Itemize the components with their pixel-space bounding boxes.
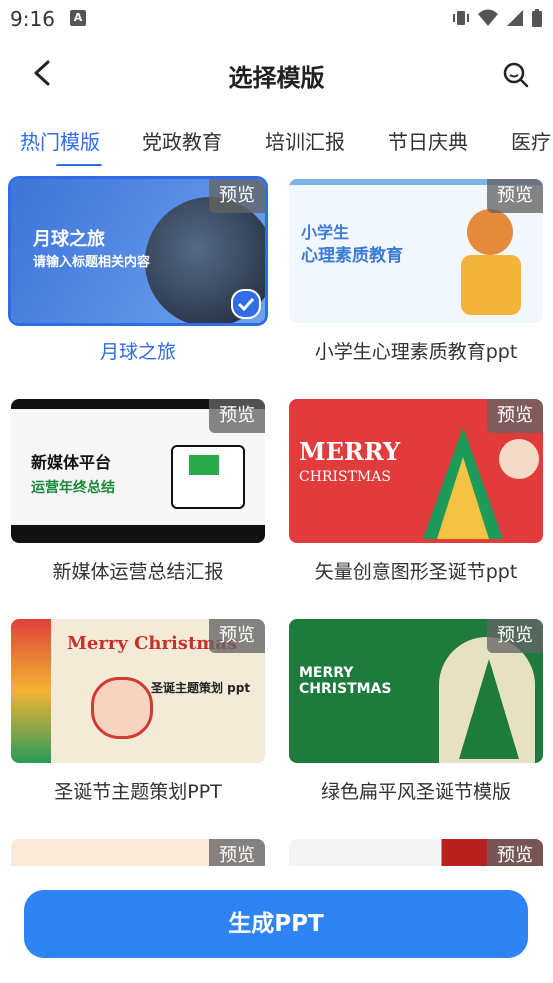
monitor-screen: [189, 455, 219, 475]
pattern-strip: [11, 619, 51, 763]
template-name: 小学生心理素质教育ppt: [314, 341, 518, 363]
page-title: 选择模版: [228, 64, 325, 92]
thumb-title: 新媒体平台: [31, 453, 112, 472]
tab-hot[interactable]: 热门模版: [20, 126, 100, 155]
thumb-title: 月球之旅: [33, 229, 105, 250]
preview-badge[interactable]: 预览: [487, 619, 543, 653]
wifi-icon: [478, 9, 498, 26]
student-body: [461, 255, 521, 315]
thumb-title: 小学生: [301, 223, 350, 242]
preview-badge[interactable]: 预览: [209, 399, 265, 433]
preview-badge[interactable]: 预览: [209, 179, 265, 213]
template-thumbnail[interactable]: MERRY CHRISTMAS 预览: [289, 619, 543, 763]
thumb-subtitle: 圣诞主题策划 ppt: [151, 681, 251, 695]
signal-icon: [507, 10, 523, 26]
template-name: 月球之旅: [99, 341, 176, 363]
preview-badge[interactable]: 预览: [487, 179, 543, 213]
tab-training-report[interactable]: 培训汇报: [265, 126, 345, 155]
generate-ppt-button[interactable]: 生成PPT: [24, 890, 528, 958]
tab-party-education[interactable]: 党政教育: [142, 126, 222, 155]
vibrate-icon: [453, 11, 469, 25]
battery-icon: [532, 9, 542, 27]
status-bar: 9:16 A: [0, 0, 553, 36]
notification-icon: A: [70, 10, 86, 26]
thumb-subtitle: CHRISTMAS: [299, 469, 391, 485]
santa-illustration: [91, 677, 153, 739]
template-name: 绿色扁平风圣诞节模版: [320, 781, 511, 803]
template-thumbnail[interactable]: 小学生 心理素质教育 预览: [289, 179, 543, 323]
template-thumbnail[interactable]: 月球之旅 请输入标题相关内容 预览: [11, 179, 265, 323]
ornament-illustration: [499, 439, 539, 479]
thumb-subtitle: CHRISTMAS: [299, 681, 392, 697]
template-card[interactable]: MERRY CHRISTMAS 预览 矢量创意图形圣诞节ppt: [289, 399, 543, 584]
template-thumbnail[interactable]: 新媒体平台 运营年终总结 预览: [11, 399, 265, 543]
tab-medical[interactable]: 医疗: [511, 126, 551, 155]
template-card[interactable]: Merry Christmas 圣诞主题策划 ppt 预览 圣诞节主题策划PPT: [11, 619, 265, 804]
tab-festival[interactable]: 节日庆典: [388, 126, 468, 155]
template-name: 圣诞节主题策划PPT: [54, 781, 222, 803]
category-tabs: 热门模版 党政教育 培训汇报 节日庆典 医疗: [0, 116, 553, 166]
tab-indicator: [56, 164, 102, 166]
template-card[interactable]: 小学生 心理素质教育 预览 小学生心理素质教育ppt: [289, 179, 543, 364]
template-thumbnail[interactable]: Merry Christmas 圣诞主题策划 ppt 预览: [11, 619, 265, 763]
student-illustration: [467, 209, 513, 255]
template-name: 新媒体运营总结汇报: [52, 561, 224, 583]
status-time: 9:16: [10, 7, 55, 31]
template-card[interactable]: 月球之旅 请输入标题相关内容 预览 月球之旅: [11, 179, 265, 364]
tree-illustration: [423, 427, 503, 539]
preview-badge[interactable]: 预览: [209, 619, 265, 653]
selected-check-icon: [231, 289, 261, 319]
thumb-bottombar: [11, 525, 265, 543]
tree-illustration: [459, 659, 519, 759]
thumb-title: MERRY: [299, 437, 401, 466]
app-header: 选择模版: [0, 44, 553, 106]
template-name: 矢量创意图形圣诞节ppt: [314, 561, 518, 583]
thumb-subtitle: 请输入标题相关内容: [33, 255, 151, 270]
search-icon[interactable]: [501, 60, 531, 90]
template-thumbnail[interactable]: MERRY CHRISTMAS 预览: [289, 399, 543, 543]
thumb-title: MERRY: [299, 665, 354, 681]
thumb-subtitle: 运营年终总结: [31, 480, 115, 496]
thumb-subtitle: 心理素质教育: [301, 246, 403, 266]
template-card[interactable]: MERRY CHRISTMAS 预览 绿色扁平风圣诞节模版: [289, 619, 543, 804]
template-card[interactable]: 新媒体平台 运营年终总结 预览 新媒体运营总结汇报: [11, 399, 265, 584]
preview-badge[interactable]: 预览: [487, 399, 543, 433]
